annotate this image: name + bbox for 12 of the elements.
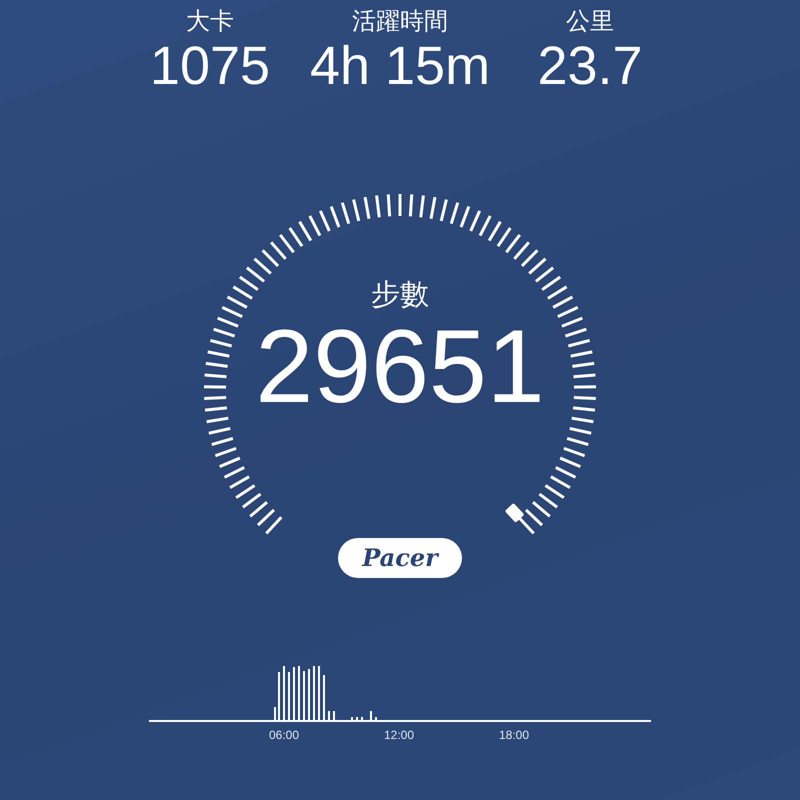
step-count: 29651	[255, 312, 545, 422]
stat-label: 公里	[566, 8, 614, 36]
stat-value: 4h 15m	[310, 36, 490, 96]
time-label: 06:00	[269, 727, 300, 744]
stat-label: 大卡	[186, 8, 234, 36]
gauge-label: 步數	[371, 278, 429, 312]
stat-value: 1075	[150, 36, 270, 96]
time-label: 18:00	[499, 727, 530, 744]
logo: Pacer	[338, 538, 462, 578]
time-label: 12:00	[384, 727, 414, 744]
stat-value: 23.7	[537, 36, 643, 96]
stat-label: 活躍時間	[352, 8, 448, 36]
